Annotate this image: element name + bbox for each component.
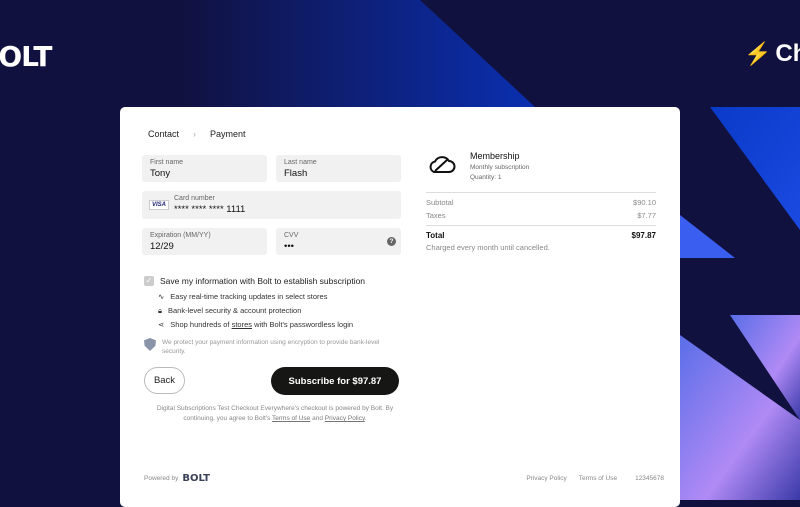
total-value: $97.87 bbox=[631, 231, 656, 240]
chevron-right-icon: › bbox=[193, 129, 197, 139]
last-name-label: Last name bbox=[284, 159, 317, 166]
merchant-id: 12345678 bbox=[635, 475, 664, 482]
expiry-label: Expiration (MM/YY) bbox=[150, 232, 211, 239]
powered-by-label: Powered by bbox=[144, 475, 179, 482]
bolt-footer-logo: BOLT bbox=[182, 473, 210, 484]
subscribe-button[interactable]: Subscribe for $97.87 bbox=[271, 367, 399, 395]
lock-icon: 🔒︎ bbox=[158, 306, 162, 315]
visa-icon: VISA bbox=[149, 200, 170, 210]
product-quantity: Quantity: 1 bbox=[470, 174, 502, 181]
shield-icon bbox=[144, 338, 156, 351]
save-info-label: Save my information with Bolt to establi… bbox=[160, 276, 366, 286]
back-button[interactable]: Back bbox=[144, 367, 185, 394]
share-icon: ⋖ bbox=[158, 320, 165, 329]
checkout-card: Contact › Payment First name Tony Last n… bbox=[120, 107, 680, 507]
product: Membership Monthly subscription Quantity… bbox=[426, 147, 656, 189]
feature-item: 🔒︎ Bank-level security & account protecti… bbox=[158, 306, 301, 316]
first-name-value: Tony bbox=[150, 168, 171, 179]
terms-link[interactable]: Terms of Use bbox=[272, 415, 310, 422]
breadcrumb-payment: Payment bbox=[210, 129, 246, 139]
feature-text-pre: Shop hundreds of bbox=[170, 320, 232, 329]
breadcrumb-contact[interactable]: Contact bbox=[148, 129, 179, 139]
feature-item: ⋖ Shop hundreds of stores with Bolt's pas… bbox=[158, 320, 353, 329]
legal-and: and bbox=[310, 415, 325, 422]
bolt-logo: BOLT bbox=[0, 40, 52, 73]
legal-text: Digital Subscriptions Test Checkout Ever… bbox=[150, 404, 400, 424]
taxes-value: $7.77 bbox=[637, 211, 656, 220]
cvv-label: CVV bbox=[284, 232, 299, 239]
expiry-value: 12/29 bbox=[150, 241, 174, 252]
subtotal-label: Subtotal bbox=[426, 198, 454, 207]
card-number-value: **** **** **** 1111 bbox=[174, 204, 246, 215]
divider bbox=[426, 192, 656, 193]
feature-text: Shop hundreds of stores with Bolt's pass… bbox=[170, 320, 353, 329]
product-name: Membership bbox=[470, 151, 520, 161]
security-text: We protect your payment information usin… bbox=[162, 339, 380, 355]
subtotal-value: $90.10 bbox=[633, 198, 656, 207]
feature-text: Bank-level security & account protection bbox=[168, 306, 302, 315]
taxes-row: Taxes $7.77 bbox=[426, 209, 656, 222]
footer: Powered by BOLT Privacy Policy Terms of … bbox=[144, 473, 664, 484]
expiry-field[interactable]: Expiration (MM/YY) 12/29 bbox=[142, 228, 267, 255]
total-label: Total bbox=[426, 231, 445, 240]
privacy-policy-link[interactable]: Privacy Policy bbox=[526, 475, 566, 482]
billing-note: Charged every month until cancelled. bbox=[426, 243, 550, 252]
first-name-label: First name bbox=[150, 159, 184, 166]
stores-link[interactable]: stores bbox=[232, 320, 252, 329]
help-icon[interactable]: ? bbox=[387, 237, 396, 246]
product-subtitle: Monthly subscription bbox=[470, 164, 530, 171]
privacy-link[interactable]: Privacy Policy bbox=[325, 415, 365, 422]
last-name-field[interactable]: Last name Flash bbox=[276, 155, 401, 182]
save-info-checkbox[interactable]: ✓ Save my information with Bolt to estab… bbox=[144, 276, 365, 286]
brand-name: Ch bbox=[775, 40, 800, 67]
checkmark-icon[interactable]: ✓ bbox=[144, 276, 154, 286]
breadcrumb: Contact › Payment bbox=[148, 129, 246, 139]
terms-of-use-link[interactable]: Terms of Use bbox=[579, 475, 617, 482]
cloud-icon bbox=[429, 156, 456, 173]
card-number-label: Card number bbox=[174, 195, 215, 202]
divider bbox=[426, 225, 656, 226]
cvv-value: ••• bbox=[284, 241, 294, 252]
total-row: Total $97.87 bbox=[426, 229, 656, 242]
feature-text: Easy real-time tracking updates in selec… bbox=[170, 292, 328, 301]
order-summary: Membership Monthly subscription Quantity… bbox=[426, 147, 656, 252]
legal-end: . bbox=[364, 415, 367, 422]
subtotal-row: Subtotal $90.10 bbox=[426, 196, 656, 209]
last-name-value: Flash bbox=[284, 168, 308, 179]
feature-item: ∿ Easy real-time tracking updates in sele… bbox=[158, 292, 327, 301]
taxes-label: Taxes bbox=[426, 211, 446, 220]
brand-logo-right: ⚡ Ch bbox=[744, 40, 800, 68]
lightning-icon: ⚡ bbox=[744, 41, 772, 66]
cvv-field[interactable]: CVV ••• ? bbox=[276, 228, 401, 255]
feature-text-post: with Bolt's passwordless login bbox=[252, 320, 354, 329]
card-number-field[interactable]: VISA Card number **** **** **** 1111 bbox=[142, 191, 401, 219]
security-notice: We protect your payment information usin… bbox=[144, 338, 394, 356]
first-name-field[interactable]: First name Tony bbox=[142, 155, 267, 182]
activity-icon: ∿ bbox=[158, 292, 165, 301]
